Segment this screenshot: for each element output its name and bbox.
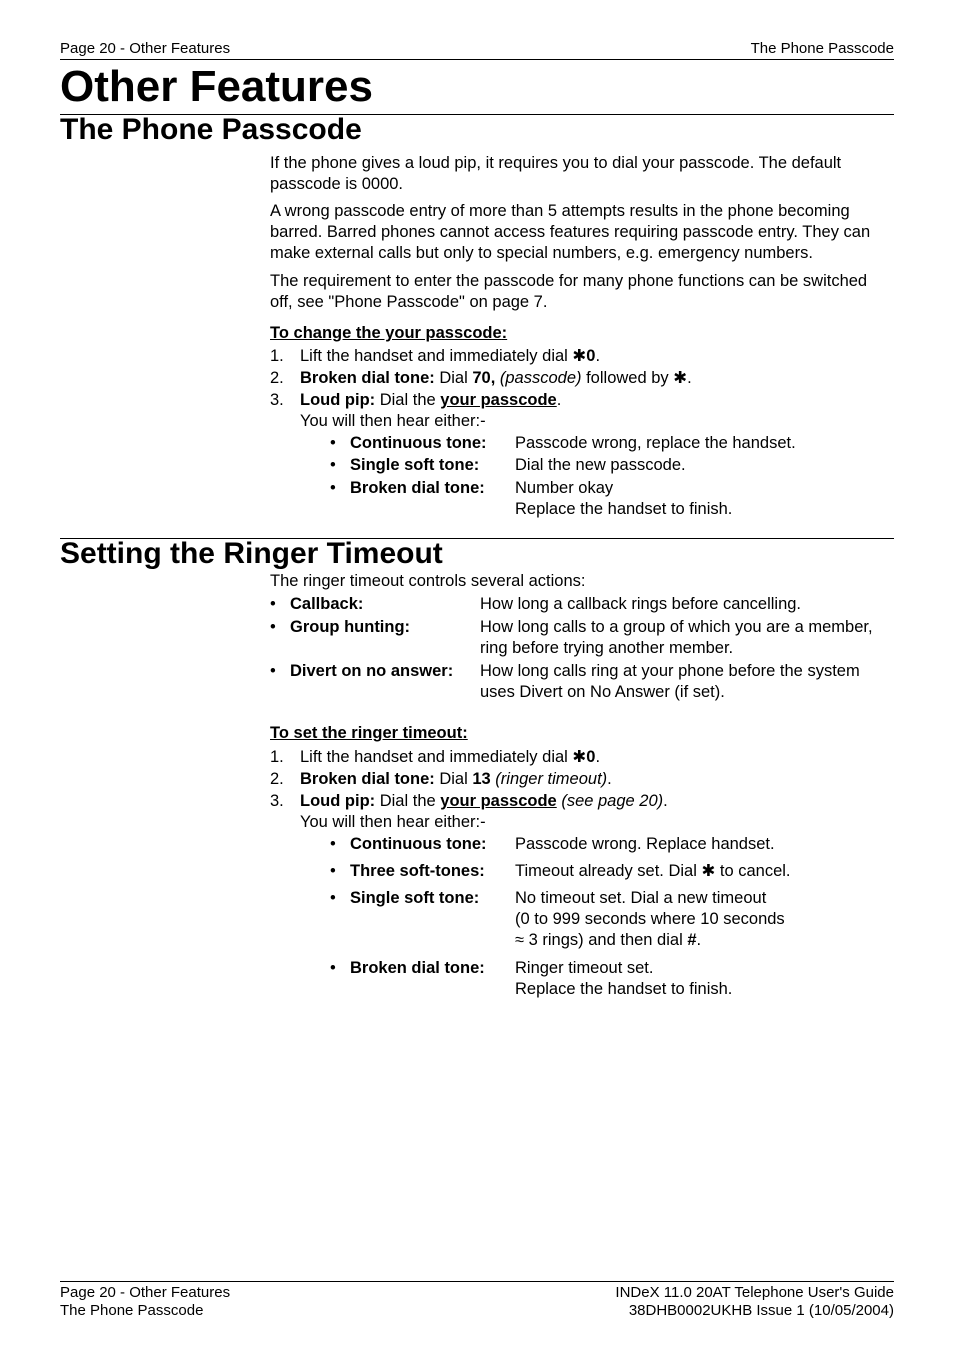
list-item: • Single soft tone: Dial the new passcod… (330, 455, 894, 476)
footer-right: INDeX 11.0 20AT Telephone User's Guide 3… (615, 1284, 894, 1322)
list-item: 1. Lift the handset and immediately dial… (270, 747, 894, 768)
subheading: To set the ringer timeout: (270, 723, 894, 744)
header-left: Page 20 - Other Features (60, 40, 230, 57)
star-icon: ✱ (572, 748, 586, 766)
list-item: • Callback: How long a callback rings be… (270, 594, 894, 615)
list-item: • Broken dial tone: Number okay Replace … (330, 478, 894, 520)
page-title: Other Features (60, 62, 894, 115)
star-icon: ✱ (673, 369, 687, 387)
para: A wrong passcode entry of more than 5 at… (270, 201, 894, 264)
list-item: 1. Lift the handset and immediately dial… (270, 346, 894, 367)
para: The requirement to enter the passcode fo… (270, 271, 894, 313)
list-item: 3. Loud pip: Dial the your passcode (see… (270, 791, 894, 1000)
header-right: The Phone Passcode (751, 40, 894, 57)
section2-body: The ringer timeout controls several acti… (270, 571, 894, 1000)
list-item: • Group hunting: How long calls to a gro… (270, 617, 894, 659)
para: If the phone gives a loud pip, it requir… (270, 153, 894, 195)
list-item: 2. Broken dial tone: Dial 13 (ringer tim… (270, 769, 894, 790)
list-item: 2. Broken dial tone: Dial 70, (passcode)… (270, 368, 894, 389)
star-icon: ✱ (572, 347, 586, 365)
list-item: • Broken dial tone: Ringer timeout set. … (330, 958, 894, 1000)
list-item: • Three soft-tones: Timeout already set.… (330, 861, 894, 882)
footer-left: Page 20 - Other Features The Phone Passc… (60, 1284, 230, 1322)
section2-heading: Setting the Ringer Timeout (60, 537, 894, 571)
para: The ringer timeout controls several acti… (270, 571, 894, 592)
list-item: 3. Loud pip: Dial the your passcode. You… (270, 390, 894, 520)
section1-heading: The Phone Passcode (60, 113, 894, 147)
subheading: To change the your passcode: (270, 323, 894, 344)
page-header: Page 20 - Other Features The Phone Passc… (60, 40, 894, 60)
list-item: • Single soft tone: No timeout set. Dial… (330, 888, 894, 951)
list-item: • Divert on no answer: How long calls ri… (270, 661, 894, 703)
list-item: • Continuous tone: Passcode wrong. Repla… (330, 834, 894, 855)
star-icon: ✱ (701, 862, 715, 880)
section1-body: If the phone gives a loud pip, it requir… (270, 153, 894, 520)
list-item: • Continuous tone: Passcode wrong, repla… (330, 433, 894, 454)
page-footer: Page 20 - Other Features The Phone Passc… (60, 1281, 894, 1322)
